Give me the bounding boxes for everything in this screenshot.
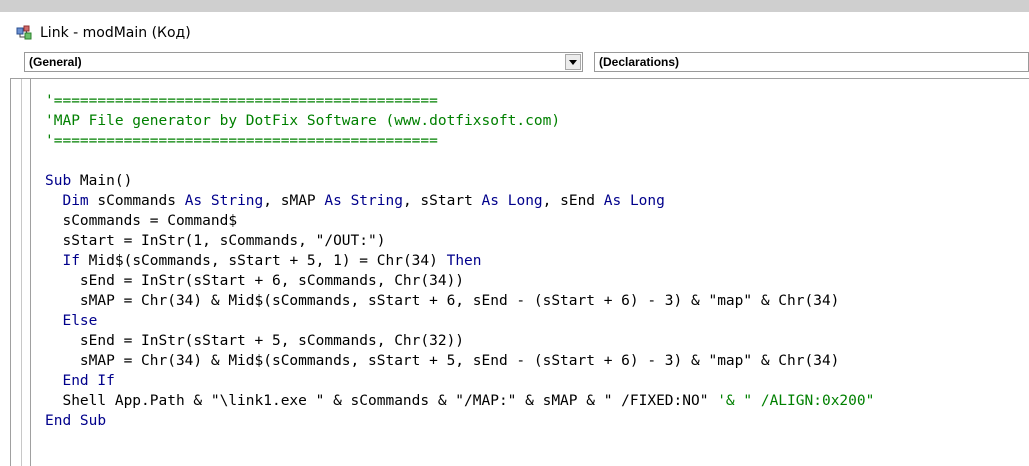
code-keyword: End If [62, 373, 115, 389]
code-keyword: Sub [45, 173, 72, 189]
code-line[interactable]: Else [45, 311, 1029, 331]
window-title: Link - modMain (Код) [40, 25, 191, 41]
object-combo[interactable]: (General) [24, 52, 583, 72]
title-bar[interactable]: Link - modMain (Код) [4, 12, 1029, 48]
code-line[interactable]: Sub Main() [45, 171, 1029, 191]
code-line[interactable]: '=======================================… [45, 91, 1029, 111]
code-keyword: As String [324, 193, 403, 209]
code-line[interactable]: sMAP = Chr(34) & Mid$(sCommands, sStart … [45, 351, 1029, 371]
gutter-divider [21, 79, 22, 466]
code-line[interactable]: sCommands = Command$ [45, 211, 1029, 231]
code-editor[interactable]: '=======================================… [10, 78, 1029, 466]
code-text: sEnd = InStr(sStart + 5, sCommands, Chr(… [45, 333, 465, 349]
code-line[interactable]: 'MAP File generator by DotFix Software (… [45, 111, 1029, 131]
code-comment: '& " /ALIGN:0x200" [717, 393, 875, 409]
code-line[interactable]: End If [45, 371, 1029, 391]
code-keyword: If [62, 253, 80, 269]
code-text: sMAP = Chr(34) & Mid$(sCommands, sStart … [45, 293, 840, 309]
code-keyword: Then [446, 253, 482, 269]
margin-indicator-bar[interactable] [11, 79, 31, 466]
code-text: sCommands = Command$ [45, 213, 238, 229]
code-line[interactable]: sEnd = InStr(sStart + 5, sCommands, Chr(… [45, 331, 1029, 351]
desktop-strip [0, 0, 1029, 12]
code-line[interactable]: End Sub [45, 411, 1029, 431]
code-line[interactable]: Dim sCommands As String, sMAP As String,… [45, 191, 1029, 211]
code-text-area[interactable]: '=======================================… [45, 91, 1029, 431]
procedure-combo-value: (Declarations) [599, 55, 680, 69]
code-comment: '=======================================… [45, 93, 438, 109]
code-keyword: Else [62, 313, 98, 329]
procedure-combo[interactable]: (Declarations) [594, 52, 1029, 72]
object-combo-value: (General) [29, 55, 82, 69]
code-line[interactable]: Shell App.Path & "\link1.exe " & sComman… [45, 391, 1029, 411]
code-keyword: Dim [62, 193, 89, 209]
code-comment: '=======================================… [45, 133, 438, 149]
code-text: Shell App.Path & "\link1.exe " & sComman… [45, 393, 718, 409]
code-text: , sEnd [542, 193, 604, 209]
code-text: sEnd = InStr(sStart + 6, sCommands, Chr(… [45, 273, 465, 289]
code-line[interactable]: If Mid$(sCommands, sStart + 5, 1) = Chr(… [45, 251, 1029, 271]
code-window: Link - modMain (Код) (General) (Declarat… [4, 12, 1029, 466]
code-text: Main() [71, 173, 133, 189]
code-keyword: As String [184, 193, 264, 209]
code-line[interactable] [45, 151, 1029, 171]
chevron-down-icon [569, 60, 577, 65]
code-line[interactable]: sMAP = Chr(34) & Mid$(sCommands, sStart … [45, 291, 1029, 311]
code-text: , sStart [402, 193, 482, 209]
code-line[interactable]: '=======================================… [45, 131, 1029, 151]
code-text: sStart = InStr(1, sCommands, "/OUT:") [45, 233, 386, 249]
code-comment: 'MAP File generator by DotFix Software (… [45, 113, 561, 129]
code-keyword: As Long [603, 193, 665, 209]
code-line[interactable]: sEnd = InStr(sStart + 6, sCommands, Chr(… [45, 271, 1029, 291]
code-text: sMAP = Chr(34) & Mid$(sCommands, sStart … [45, 353, 840, 369]
object-combo-dropdown-button[interactable] [565, 54, 581, 70]
code-line[interactable]: sStart = InStr(1, sCommands, "/OUT:") [45, 231, 1029, 251]
vba-module-icon [16, 25, 36, 41]
code-text: Mid$(sCommands, sStart + 5, 1) = Chr(34) [79, 253, 447, 269]
code-keyword: End Sub [45, 413, 107, 429]
combo-bar: (General) (Declarations) [4, 49, 1029, 81]
code-text: , sMAP [263, 193, 325, 209]
code-text: sCommands [88, 193, 185, 209]
code-keyword: As Long [481, 193, 543, 209]
